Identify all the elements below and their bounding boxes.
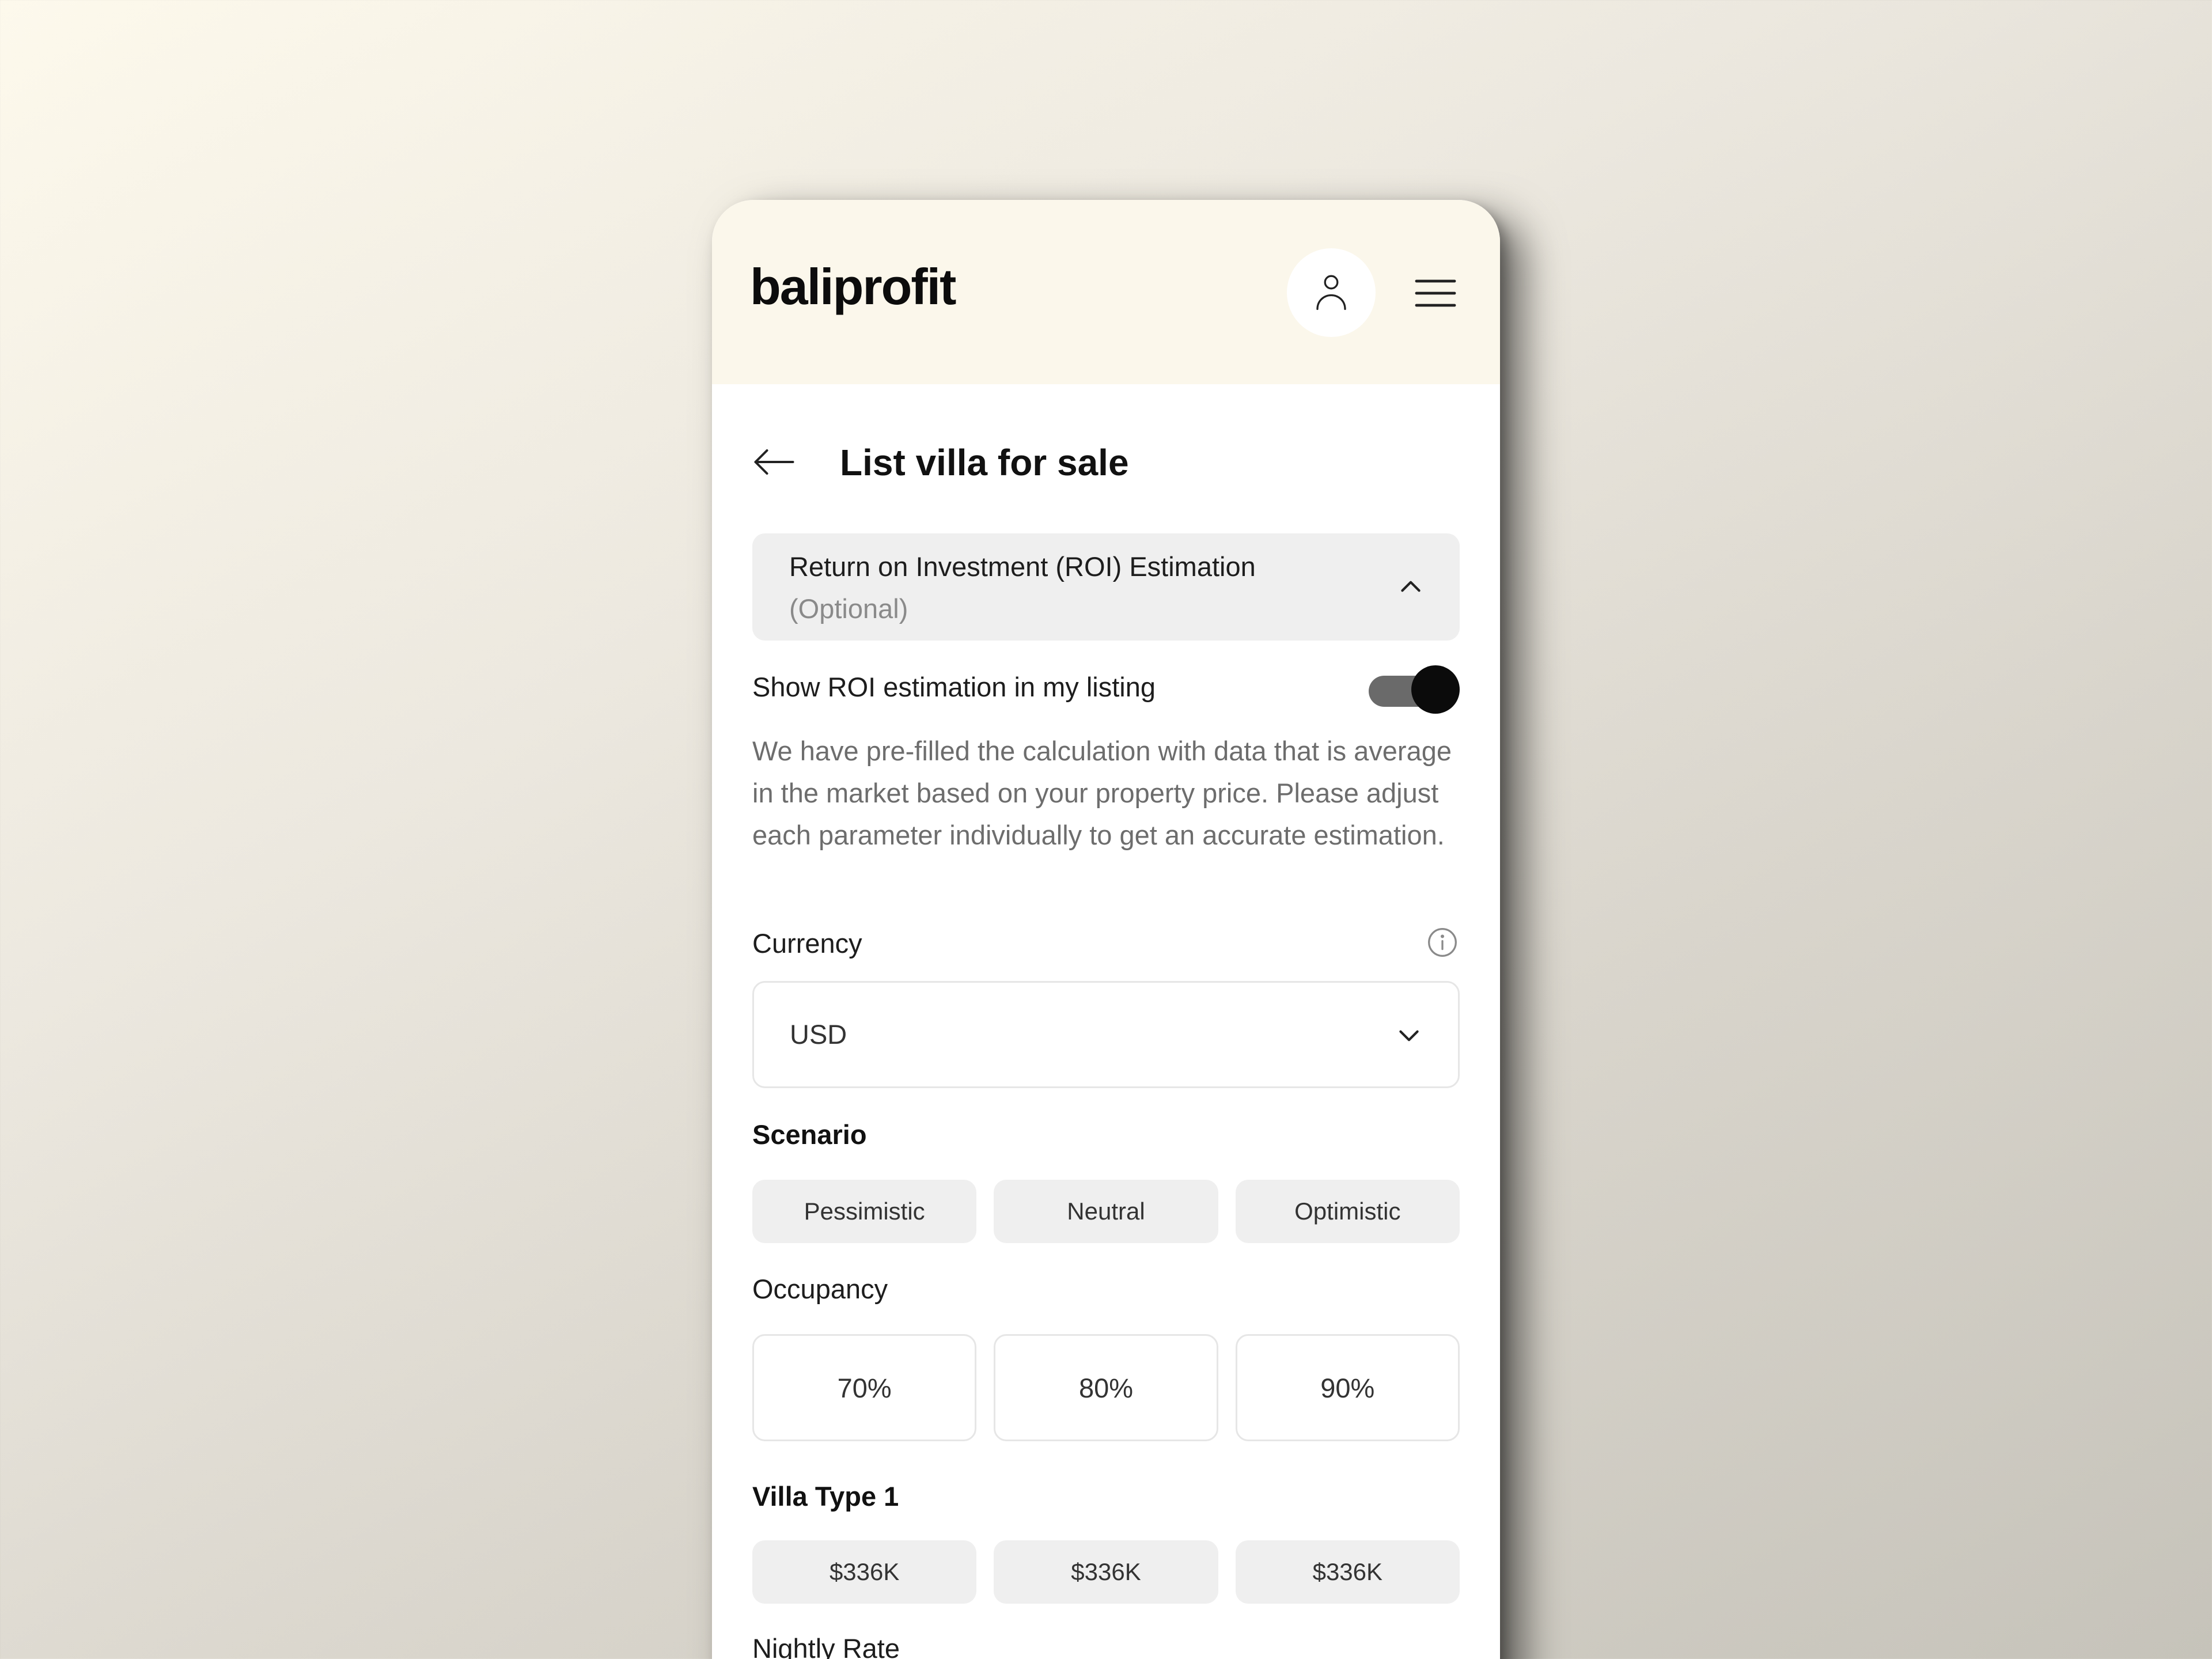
villa-type-option-2[interactable]: $336K (994, 1540, 1218, 1604)
occupancy-label: Occupancy (752, 1274, 888, 1304)
app-header: baliprofit (712, 200, 1500, 384)
info-icon[interactable] (1426, 926, 1459, 959)
roi-accordion-header[interactable]: Return on Investment (ROI) Estimation (O… (752, 533, 1460, 641)
roi-accordion-title: Return on Investment (ROI) Estimation (789, 551, 1256, 582)
villa-type-option-3[interactable]: $336K (1235, 1540, 1460, 1604)
occupancy-option-80[interactable]: 80% (994, 1334, 1218, 1441)
hamburger-menu-icon (1415, 279, 1456, 307)
occupancy-options: 70% 80% 90% (752, 1334, 1460, 1441)
villa-type-options: $336K $336K $336K (752, 1540, 1460, 1604)
nightly-rate-label: Nightly Rate (752, 1633, 900, 1659)
back-button[interactable] (751, 439, 797, 485)
scenario-options: Pessimistic Neutral Optimistic (752, 1180, 1460, 1243)
occupancy-option-70[interactable]: 70% (752, 1334, 977, 1441)
scenario-pessimistic-button[interactable]: Pessimistic (752, 1180, 977, 1243)
chevron-up-icon (1401, 581, 1421, 592)
scenario-optimistic-button[interactable]: Optimistic (1235, 1180, 1460, 1243)
scenario-neutral-button[interactable]: Neutral (994, 1180, 1218, 1243)
menu-button[interactable] (1411, 269, 1460, 317)
user-icon (1316, 275, 1346, 310)
currency-value: USD (790, 1019, 847, 1050)
scenario-label: Scenario (752, 1119, 867, 1150)
toggle-knob (1411, 665, 1460, 714)
currency-label: Currency (752, 928, 862, 959)
occupancy-option-90[interactable]: 90% (1235, 1334, 1460, 1441)
logo[interactable]: baliprofit (750, 257, 956, 316)
currency-select[interactable]: USD (752, 981, 1460, 1088)
page-title: List villa for sale (840, 442, 1129, 483)
arrow-left-icon (754, 449, 794, 475)
villa-type-label: Villa Type 1 (752, 1481, 899, 1512)
roi-accordion-subtitle: (Optional) (789, 593, 908, 624)
chevron-down-icon (1399, 1030, 1419, 1041)
profile-button[interactable] (1287, 248, 1376, 337)
roi-toggle-switch[interactable] (1369, 664, 1461, 714)
roi-description: We have pre-filled the calculation with … (752, 736, 1452, 850)
villa-type-option-1[interactable]: $336K (752, 1540, 977, 1604)
roi-toggle-label: Show ROI estimation in my listing (752, 672, 1156, 702)
